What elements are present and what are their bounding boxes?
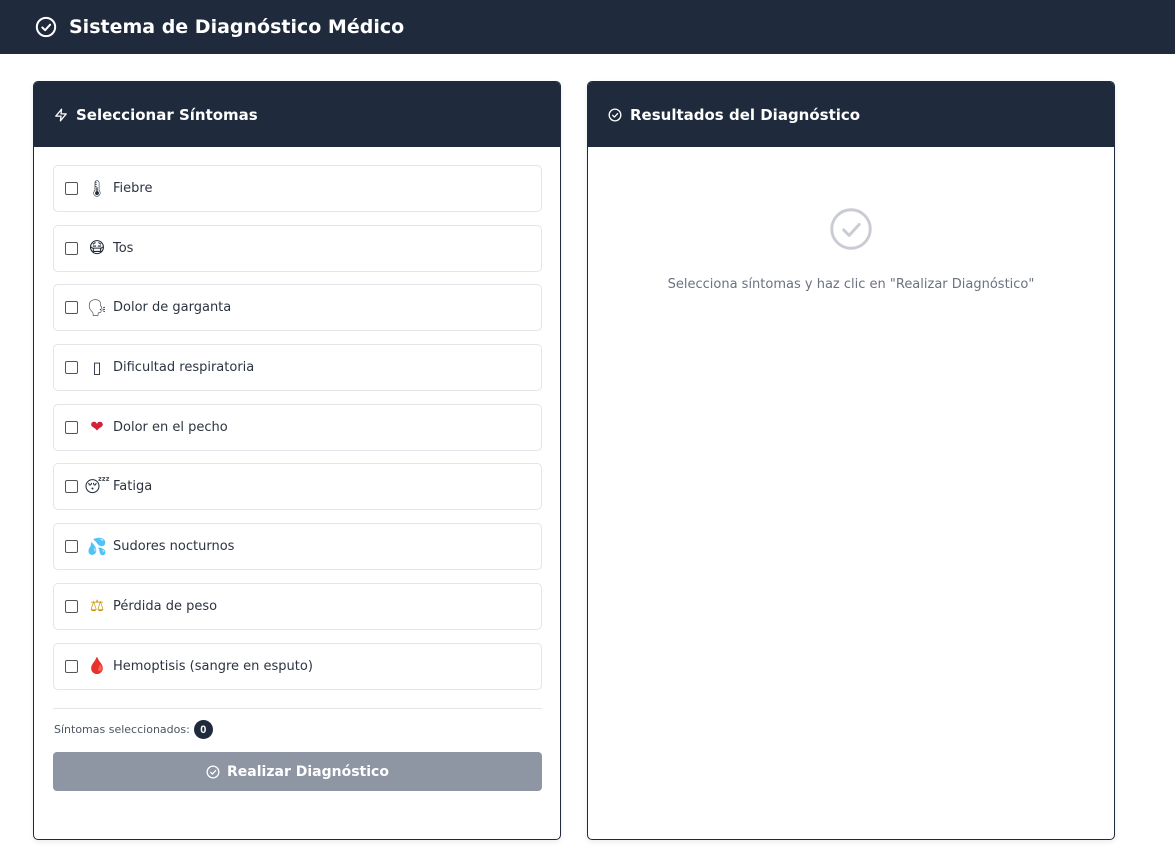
results-panel-title: Resultados del Diagnóstico: [630, 105, 861, 124]
symptom-item-fatiga[interactable]: 😴 Fatiga: [53, 463, 542, 511]
symptom-checkbox[interactable]: [65, 182, 78, 195]
symptom-checkbox[interactable]: [65, 420, 78, 434]
symptoms-panel-title: Seleccionar Síntomas: [76, 105, 258, 124]
symptom-item-dificultad-respiratoria[interactable]: ▯ Dificultad respiratoria: [53, 344, 542, 392]
results-panel: Resultados del Diagnóstico Selecciona sí…: [587, 81, 1115, 840]
missing-glyph-icon: ▯: [92, 357, 102, 377]
symptom-item-perdida-peso[interactable]: ⚖ Pérdida de peso: [53, 582, 542, 630]
symptom-label: Fiebre: [113, 181, 153, 196]
symptom-label: Sudores nocturnos: [113, 539, 235, 555]
app-header: Sistema de Diagnóstico Médico: [0, 0, 1175, 54]
results-panel-header: Resultados del Diagnóstico: [588, 82, 1114, 147]
symptoms-panel: Seleccionar Síntomas 🌡 Fiebre 😷 Tos 🗣 Do…: [33, 81, 561, 840]
symptom-item-tos[interactable]: 😷 Tos: [53, 224, 542, 272]
symptom-checkbox[interactable]: [65, 241, 78, 255]
symptom-label: Dolor en el pecho: [113, 419, 228, 435]
check-circle-icon: [608, 108, 622, 122]
diagnose-button[interactable]: Realizar Diagnóstico: [53, 752, 542, 791]
selected-count-row: Síntomas seleccionados: 0: [54, 720, 213, 739]
symptom-item-dolor-pecho[interactable]: ❤ Dolor en el pecho: [53, 403, 542, 451]
balance-scale-icon: ⚖: [89, 596, 105, 616]
symptom-checkbox[interactable]: [65, 659, 78, 673]
symptom-checkbox[interactable]: [65, 540, 78, 554]
selected-count-label: Síntomas seleccionados:: [54, 723, 190, 736]
symptom-item-hemoptisis[interactable]: 🩸 Hemoptisis (sangre en esputo): [53, 642, 542, 690]
symptom-checkbox[interactable]: [65, 301, 78, 315]
symptom-label: Pérdida de peso: [113, 598, 218, 614]
symptoms-panel-header: Seleccionar Síntomas: [34, 82, 560, 147]
check-circle-icon: [206, 765, 220, 779]
face-icon: 😷: [88, 238, 106, 258]
symptom-list: 🌡 Fiebre 😷 Tos 🗣 Dolor de garganta ▯ Dif…: [53, 165, 542, 702]
app-title: Sistema de Diagnóstico Médico: [69, 16, 405, 38]
thermometer-icon: 🌡: [86, 178, 108, 198]
symptom-checkbox[interactable]: [65, 361, 78, 375]
symptom-label: Dificultad respiratoria: [113, 360, 255, 376]
symptom-label: Fatiga: [113, 479, 153, 495]
blood-drop-icon: 🩸: [87, 656, 107, 675]
sleepy-face-icon: 😴: [84, 476, 110, 496]
check-circle-icon: [829, 207, 873, 251]
symptom-label: Hemoptisis (sangre en esputo): [113, 658, 313, 674]
symptom-label: Dolor de garganta: [113, 300, 232, 316]
divider: [53, 708, 542, 709]
speaking-head-icon: 🗣: [86, 297, 108, 317]
symptom-item-fiebre[interactable]: 🌡 Fiebre: [53, 165, 542, 212]
lightning-icon: [54, 108, 68, 122]
diagnose-button-label: Realizar Diagnóstico: [227, 763, 389, 780]
results-placeholder-text: Selecciona síntomas y haz clic en "Reali…: [667, 277, 1035, 292]
selected-count-badge: 0: [193, 720, 213, 739]
symptom-checkbox[interactable]: [65, 480, 78, 494]
sweat-drops-icon: 💦: [87, 536, 107, 556]
results-placeholder: Selecciona síntomas y haz clic en "Reali…: [588, 207, 1114, 292]
symptom-checkbox[interactable]: [65, 599, 78, 613]
symptom-item-sudores[interactable]: 💦 Sudores nocturnos: [53, 523, 542, 571]
check-circle-icon: [35, 16, 57, 38]
symptom-item-dolor-garganta[interactable]: 🗣 Dolor de garganta: [53, 284, 542, 332]
heart-icon: ❤: [90, 417, 104, 437]
symptom-label: Tos: [113, 240, 134, 256]
